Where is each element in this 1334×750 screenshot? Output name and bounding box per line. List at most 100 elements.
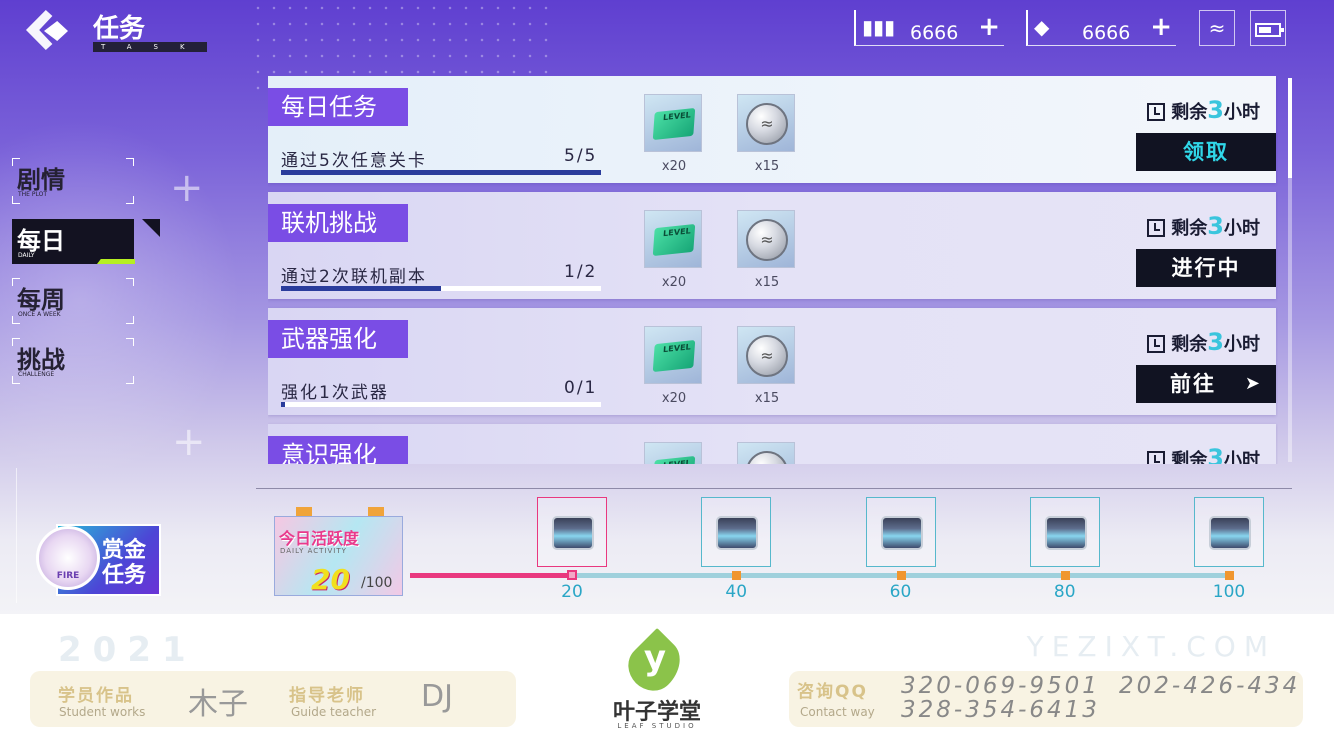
plus-decoration: + — [170, 165, 204, 211]
student-sub: Student works — [59, 705, 146, 719]
reward-slot[interactable]: ≈ x15 — [737, 210, 795, 290]
task-action-label: 前往 — [1170, 372, 1216, 396]
activity-progress-knob — [567, 570, 577, 580]
sidebar-tab-sublabel: ONCE A WEEK — [18, 311, 61, 318]
chest-icon — [552, 516, 594, 550]
sidebar-tab-daily[interactable]: 每日 DAILY — [12, 219, 160, 264]
task-timer: 剩余3小时 — [1147, 444, 1260, 464]
reward-quantity: x20 — [661, 275, 687, 290]
task-progress-track — [281, 170, 601, 175]
contact-panel: 咨询QQ Contact way 320-069-9501 202-426-43… — [789, 671, 1303, 727]
fire-emblem-icon: FIRE — [36, 526, 100, 590]
game-screen: + + 任务 TASK ▮▮▮ 6666 + ◆ 6666 + ≈ 剧情 THE … — [0, 0, 1334, 614]
qq-number-3: 328-354-6413 — [901, 697, 1100, 723]
task-name: 意识强化 — [268, 436, 408, 464]
reward-quantity: x15 — [754, 275, 780, 290]
reward-slot[interactable]: ≈ x15 — [737, 326, 795, 406]
wifi-icon: ≈ — [1199, 10, 1235, 46]
reward-slot[interactable]: LEVEL x20 — [644, 210, 702, 290]
task-progress-text: 1/2 — [564, 262, 598, 282]
ammo-resource: ▮▮▮ 6666 + — [854, 10, 1004, 46]
gem-add-button[interactable]: + — [1150, 14, 1172, 40]
silver-coin-icon: ≈ — [746, 103, 788, 145]
timer-prefix: 剩余 — [1171, 218, 1208, 239]
clock-icon — [1147, 451, 1166, 464]
reward-slot[interactable]: ≈ x15 — [737, 94, 795, 174]
activity-progress-track — [410, 570, 1230, 580]
chest-icon — [880, 516, 923, 550]
task-action-button[interactable]: 领取 — [1136, 133, 1276, 171]
reward-slot[interactable]: LEVEL x20 — [644, 94, 702, 174]
reward-chest[interactable] — [1194, 497, 1264, 567]
emblem-text: FIRE — [56, 571, 80, 581]
task-progress-text: 5/5 — [564, 146, 598, 166]
timer-prefix: 剩余 — [1171, 102, 1208, 123]
bounty-label-line2: 任务 — [102, 563, 147, 588]
task-card: 联机挑战 通过2次联机副本 1/2 LEVEL x20 ≈ x15 剩余3小时 进行中 — [268, 192, 1276, 299]
logo-subtext: LEAF STUDIO — [617, 722, 697, 730]
chest-icon — [1044, 516, 1087, 550]
reward-chest[interactable] — [865, 497, 936, 567]
reward-chest[interactable] — [1029, 497, 1100, 567]
sidebar-tab-label: 剧情 — [17, 166, 65, 194]
teacher-name: DJ — [421, 679, 453, 714]
task-progress-track — [281, 402, 601, 407]
contact-sub: Contact way — [800, 705, 875, 719]
task-timer: 剩余3小时 — [1147, 328, 1260, 356]
milestone-label: 100 — [1212, 582, 1246, 602]
qq-number-1: 320-069-9501 — [901, 673, 1100, 699]
task-action-button[interactable]: 进行中 — [1136, 249, 1276, 287]
milestone-marker — [896, 571, 906, 580]
milestone-label: 40 — [725, 582, 748, 602]
back-diamond-icon — [44, 21, 68, 41]
contact-label: 咨询QQ — [797, 682, 868, 702]
battery-icon — [1250, 10, 1286, 46]
sidebar-tab-plot[interactable]: 剧情 THE PLOT — [12, 158, 134, 204]
chest-icon — [1209, 516, 1251, 550]
sidebar-tab-challenge[interactable]: 挑战 CHALLENGE — [12, 338, 134, 384]
reward-slot[interactable]: LEVEL — [644, 442, 702, 464]
milestone-label: 20 — [561, 582, 583, 602]
reward-quantity: x15 — [754, 159, 780, 174]
timer-number: 3 — [1207, 328, 1224, 356]
task-progress-fill — [281, 170, 601, 175]
task-action-button[interactable]: 前往 ➤ — [1136, 365, 1276, 403]
task-name: 武器强化 — [268, 320, 408, 358]
page-subtitle: TASK — [93, 42, 207, 52]
timer-prefix: 剩余 — [1171, 450, 1208, 464]
task-scrollbar[interactable] — [1288, 78, 1292, 462]
timer-suffix: 小时 — [1224, 334, 1260, 355]
milestone-label: 60 — [889, 582, 912, 602]
activity-progress-fill — [410, 573, 572, 578]
student-label: 学员作品 — [58, 686, 134, 706]
milestone-marker — [732, 571, 742, 580]
reward-slot[interactable]: ≈ — [737, 442, 795, 464]
silver-coin-icon: ≈ — [746, 451, 788, 464]
reward-chest[interactable] — [701, 497, 772, 567]
task-progress-fill — [281, 286, 441, 291]
task-timer: 剩余3小时 — [1147, 96, 1260, 124]
level-ticket-icon: LEVEL — [652, 223, 696, 257]
active-indicator — [97, 259, 135, 264]
milestone-marker — [1060, 571, 1070, 580]
timer-number: 3 — [1207, 96, 1224, 124]
reward-chest[interactable] — [537, 497, 607, 567]
reward-quantity: x20 — [661, 391, 687, 406]
reward-slot[interactable]: LEVEL x20 — [644, 326, 702, 406]
footer-year: 2021 — [58, 630, 197, 670]
footer-site: YEZIXT.COM — [1026, 630, 1276, 663]
leaf-logo-letter-icon: y — [643, 638, 667, 678]
sidebar-tab-sublabel: THE PLOT — [18, 191, 48, 198]
deco-line — [16, 468, 17, 603]
daily-activity-card: 今日活跃度 DAILY ACTIVITY 20 /100 — [274, 516, 403, 596]
timer-suffix: 小时 — [1224, 450, 1260, 464]
ammo-add-button[interactable]: + — [978, 14, 1000, 40]
sidebar-tab-sublabel: CHALLENGE — [18, 371, 55, 378]
sidebar-tab-weekly[interactable]: 每周 ONCE A WEEK — [12, 278, 134, 324]
sidebar-tab-label: 挑战 — [17, 346, 65, 374]
reward-quantity: x15 — [754, 391, 780, 406]
task-card: 意识强化 LEVEL ≈ 剩余3小时 — [268, 424, 1276, 464]
task-progress-text: 0/1 — [564, 378, 598, 398]
bounty-label-line1: 赏金 — [102, 538, 147, 563]
level-ticket-icon: LEVEL — [652, 455, 696, 464]
